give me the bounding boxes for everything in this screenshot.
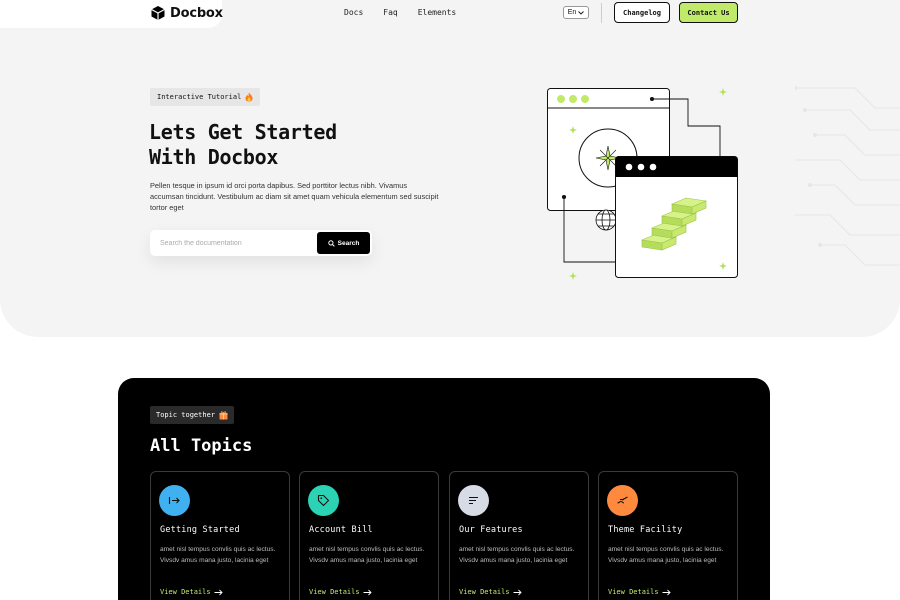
topic-card-title: Account Bill [309,525,373,535]
topics-title: All Topics [150,436,253,456]
arrow-right-icon [214,589,223,595]
topic-icon-badge [607,485,638,516]
nav-elements[interactable]: Elements [418,8,457,17]
topic-icon-badge [458,485,489,516]
arrow-right-icon [363,589,372,595]
hero-title: Lets Get Started With Docbox [149,120,449,170]
header-divider [601,3,602,23]
view-details-link[interactable]: View Details [459,588,522,596]
topic-card-theme-facility[interactable]: Theme Facility amet nisl tempus convlis … [598,471,738,600]
logo-text: Docbox [170,5,223,21]
logo[interactable]: Docbox [150,4,223,22]
nav-faq[interactable]: Faq [383,8,397,17]
fire-icon [245,92,253,102]
topic-card-account-bill[interactable]: Account Bill amet nisl tempus convlis qu… [299,471,439,600]
topic-card-getting-started[interactable]: Getting Started amet nisl tempus convlis… [150,471,290,600]
search-button-label: Search [337,239,360,247]
language-select[interactable]: En [563,6,589,19]
contact-us-button[interactable]: Contact Us [679,2,738,23]
chevron-down-icon [578,10,585,15]
cube-icon [151,6,165,20]
topics-badge-label: Topic together [156,411,216,419]
hero-description: Pellen tesque in ipsum id orci porta dap… [150,181,439,213]
arrow-right-icon [513,589,522,595]
text-lines-icon [469,496,478,505]
language-value: En [567,9,577,16]
arrow-right-to-line-icon [168,497,180,504]
topic-card-title: Theme Facility [608,525,683,535]
hero-badge-label: Interactive Tutorial [157,93,242,101]
gift-icon [219,410,228,419]
search-icon [327,239,335,247]
view-details-link[interactable]: View Details [160,588,223,596]
topic-card-description: amet nisl tempus convlis quis ac lectus.… [309,546,425,564]
main-nav: Docs Faq Elements [344,8,456,17]
topic-card-description: amet nisl tempus convlis quis ac lectus.… [459,546,575,564]
search-input[interactable] [160,236,310,250]
view-details-link[interactable]: View Details [309,588,372,596]
search-button[interactable]: Search [317,232,370,254]
view-details-label: View Details [608,588,659,596]
topic-card-description: amet nisl tempus convlis quis ac lectus.… [160,546,276,564]
hero-background [0,0,900,337]
brush-icon [617,496,628,504]
search-bar: Search [150,230,372,256]
view-details-label: View Details [160,588,211,596]
nav-docs[interactable]: Docs [344,8,363,17]
view-details-label: View Details [309,588,360,596]
view-details-label: View Details [459,588,510,596]
arrow-right-icon [662,589,671,595]
topic-icon-badge [159,485,190,516]
topic-card-title: Our Features [459,525,523,535]
hero-title-line1: Lets Get Started [149,120,337,144]
topics-badge: Topic together [150,406,235,424]
topic-card-title: Getting Started [160,525,240,535]
topic-card-our-features[interactable]: Our Features amet nisl tempus convlis qu… [449,471,589,600]
topic-card-description: amet nisl tempus convlis quis ac lectus.… [608,546,724,564]
changelog-button[interactable]: Changelog [614,2,670,23]
hero-badge: Interactive Tutorial [150,88,261,106]
globe-graphic [595,209,617,231]
hero-illustration [547,88,738,280]
hero-title-line2: With Docbox [149,145,279,169]
topic-icon-badge [308,485,339,516]
view-details-link[interactable]: View Details [608,588,671,596]
tag-icon [317,494,330,507]
circuit-decoration [795,86,900,266]
